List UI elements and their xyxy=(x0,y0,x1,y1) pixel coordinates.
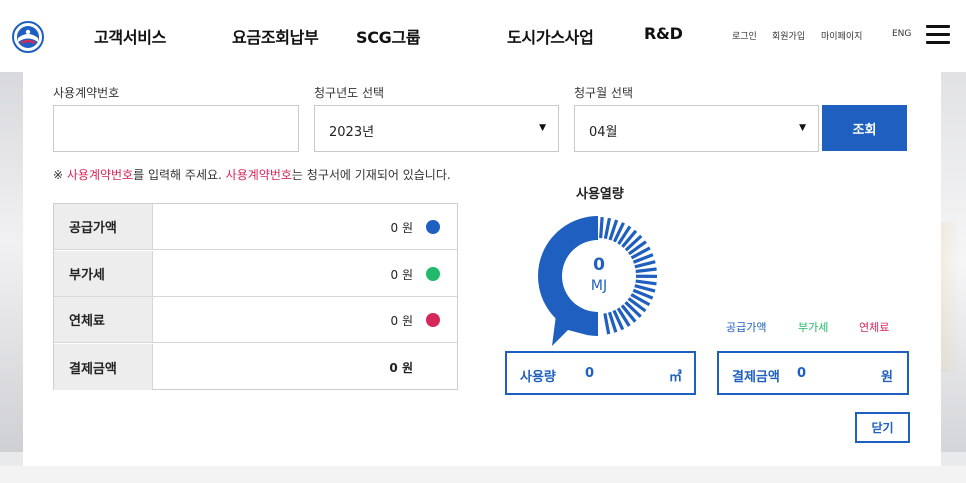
table-row: 공급가액 0 원 xyxy=(54,204,457,250)
table-row: 결제금액 0 원 xyxy=(54,344,457,390)
row-header: 부가세 xyxy=(54,251,153,296)
caret-down-icon: ▼ xyxy=(539,123,546,133)
close-button[interactable]: 닫기 xyxy=(855,412,910,443)
gauge-tick xyxy=(603,217,612,240)
gauge-tick xyxy=(634,260,656,269)
gauge-tick xyxy=(635,279,657,286)
late-fee-dot-icon xyxy=(426,313,440,327)
vat-value: 0 원 xyxy=(390,268,414,282)
legend-vat: 부가세 xyxy=(798,321,829,334)
bill-inquiry-panel: 사용계약번호 청구년도 선택 2023년 ▼ 청구월 선택 04월 ▼ 조회 ※… xyxy=(23,72,941,466)
notice-highlight: 사용계약번호 xyxy=(66,168,134,182)
mypage-link[interactable]: 마이페이지 xyxy=(821,29,862,42)
nav-rnd[interactable]: R&D xyxy=(644,24,683,43)
legend-supply: 공급가액 xyxy=(726,321,767,334)
month-select[interactable]: 04월 ▼ xyxy=(574,105,819,152)
amount-table: 공급가액 0 원 부가세 0 원 연체료 0 원 결제금액 0 원 xyxy=(53,203,458,390)
usage-unit: MJ xyxy=(590,278,608,294)
late-fee-value: 0 원 xyxy=(390,314,414,328)
row-header: 결제금액 xyxy=(54,344,153,390)
nav-customer-service[interactable]: 고객서비스 xyxy=(94,24,166,48)
nav-scg-group[interactable]: SCG그룹 xyxy=(356,24,421,48)
notice-text: 는 청구서에 기재되어 있습니다. xyxy=(291,168,451,182)
month-select-label: 청구월 선택 xyxy=(574,86,634,100)
payment-total-unit: 원 xyxy=(881,370,893,385)
nav-bill-payment[interactable]: 요금조회납부 xyxy=(232,24,319,48)
gauge-ticks xyxy=(599,217,658,335)
legend-late-fee: 연체료 xyxy=(859,321,890,334)
payment-total-value: 0 xyxy=(797,366,807,381)
usage-volume-label: 사용량 xyxy=(520,370,556,385)
year-select-label: 청구년도 선택 xyxy=(314,86,385,100)
gauge-tick xyxy=(635,267,657,274)
supply-amount-dot-icon xyxy=(426,220,440,234)
table-row: 연체료 0 원 xyxy=(54,297,457,343)
menu-icon[interactable] xyxy=(926,24,950,44)
join-link[interactable]: 회원가입 xyxy=(772,29,805,42)
usage-value: 0 xyxy=(593,255,605,275)
gauge-tick xyxy=(634,284,656,293)
gauge-tick xyxy=(603,313,611,335)
contract-number-label: 사용계약번호 xyxy=(53,86,120,100)
usage-volume-unit: ㎥ xyxy=(668,370,682,385)
language-link[interactable]: ENG xyxy=(892,29,911,39)
payment-total-label: 결제금액 xyxy=(732,370,780,385)
notice-mark: ※ xyxy=(53,168,67,182)
login-link[interactable]: 로그인 xyxy=(732,29,757,42)
background-bottom xyxy=(0,466,966,483)
payment-total-box: 결제금액 0 원 xyxy=(717,351,909,395)
payment-amount-value: 0 원 xyxy=(389,361,413,375)
row-header: 연체료 xyxy=(54,297,153,342)
site-header: 고객서비스 요금조회납부 SCG그룹 도시가스사업 R&D 로그인 회원가입 마… xyxy=(0,0,966,72)
contract-number-notice: ※ 사용계약번호를 입력해 주세요. 사용계약번호는 청구서에 기재되어 있습니… xyxy=(53,166,451,183)
table-row: 부가세 0 원 xyxy=(54,251,457,297)
year-selected-value: 2023년 xyxy=(329,125,375,140)
supply-amount-value: 0 원 xyxy=(390,221,414,235)
year-select[interactable]: 2023년 ▼ xyxy=(314,105,559,152)
company-logo-icon[interactable] xyxy=(12,21,44,53)
search-button[interactable]: 조회 xyxy=(822,105,907,151)
contract-number-field[interactable] xyxy=(53,105,299,152)
notice-highlight: 사용계약번호 xyxy=(225,168,292,182)
contract-number-input[interactable] xyxy=(54,106,298,151)
month-selected-value: 04월 xyxy=(589,125,618,140)
row-header: 공급가액 xyxy=(54,204,153,249)
nav-city-gas-business[interactable]: 도시가스사업 xyxy=(507,24,594,48)
usage-title: 사용열량 xyxy=(576,187,624,202)
caret-down-icon: ▼ xyxy=(799,123,806,133)
usage-volume-box: 사용량 0 ㎥ xyxy=(505,351,696,395)
usage-volume-value: 0 xyxy=(585,366,595,381)
gauge-tick xyxy=(599,217,604,239)
notice-text: 를 입력해 주세요. xyxy=(133,168,226,182)
vat-dot-icon xyxy=(426,267,440,281)
